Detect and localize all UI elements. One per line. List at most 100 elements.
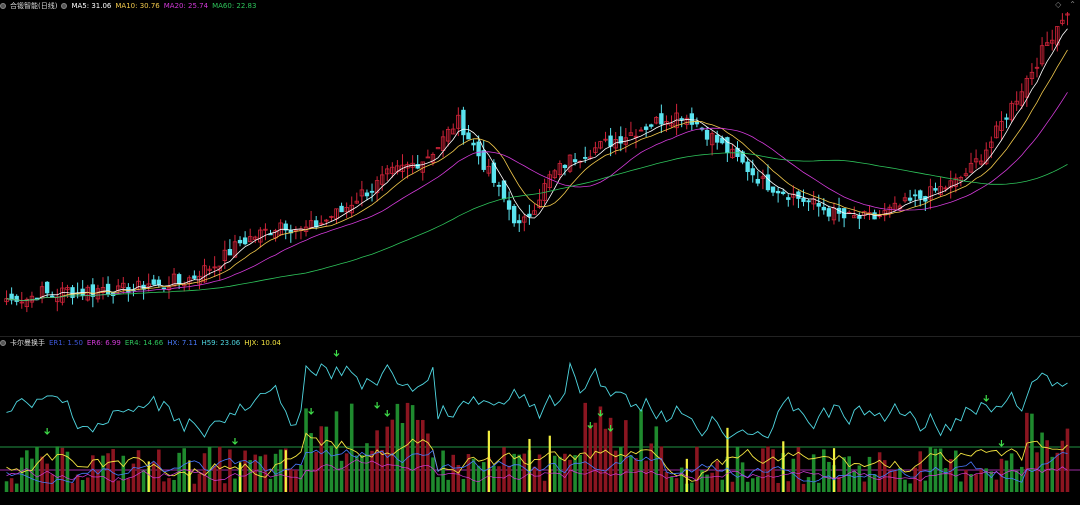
candle-body — [816, 202, 821, 207]
candle-body — [14, 295, 19, 302]
turnover-indicator-chart — [0, 350, 1080, 492]
candle-body — [527, 213, 532, 217]
turnover-bar — [1030, 413, 1034, 492]
candle-body — [689, 113, 695, 125]
panel-controls: ◇ ⌃ — [1055, 0, 1076, 9]
turnover-bar — [740, 462, 745, 492]
turnover-bar — [248, 460, 252, 492]
buy-arrow-icon — [308, 408, 315, 415]
turnover-bar — [223, 483, 227, 492]
turnover-bar — [552, 455, 557, 492]
candle-body — [227, 249, 233, 256]
turnover-bar — [349, 403, 354, 492]
turnover-bar — [618, 446, 623, 492]
turnover-bar — [1065, 428, 1070, 492]
turnover-bar — [289, 468, 293, 492]
candle-body — [481, 150, 486, 170]
signal-bar — [487, 430, 490, 492]
buy-arrow-icon — [333, 350, 340, 357]
turnover-bar — [481, 462, 486, 492]
indicator-dot-icon[interactable] — [61, 3, 68, 9]
turnover-bar — [629, 455, 633, 492]
turnover-bar — [974, 474, 978, 492]
turnover-bar — [948, 459, 953, 492]
candle-body — [857, 215, 862, 219]
candle-body — [242, 237, 248, 245]
turnover-bar — [512, 453, 516, 492]
turnover-bar — [1035, 452, 1039, 492]
signal-bar — [685, 458, 688, 492]
turnover-bar — [872, 474, 877, 492]
turnover-bar — [400, 423, 405, 492]
candle-body — [192, 275, 197, 279]
turnover-bar — [603, 428, 608, 492]
turnover-bar — [710, 472, 714, 492]
h59-line — [6, 361, 1068, 440]
chevron-up-icon[interactable]: ⌃ — [1069, 0, 1076, 9]
turnover-bar — [385, 426, 390, 492]
turnover-bar — [228, 449, 232, 492]
turnover-bar — [456, 465, 461, 492]
turnover-bar — [730, 481, 735, 492]
turnover-bar — [380, 449, 384, 492]
turnover-bar — [877, 452, 882, 492]
turnover-bar — [801, 483, 806, 492]
candle-body — [775, 190, 781, 194]
candle-body — [476, 141, 481, 157]
turnover-bar — [822, 449, 826, 492]
turnover-bar — [679, 467, 684, 492]
turnover-bar — [197, 473, 202, 492]
candle-body — [583, 157, 588, 159]
diamond-icon[interactable]: ◇ — [1055, 0, 1061, 9]
turnover-bar — [365, 443, 369, 492]
candle-body — [704, 130, 710, 140]
turnover-bar — [202, 453, 207, 492]
buy-arrow-icon — [998, 440, 1005, 447]
turnover-bar — [507, 465, 511, 492]
turnover-bar — [4, 481, 9, 492]
candle-body — [933, 188, 938, 191]
candle-body — [755, 178, 760, 184]
turnover-bar — [806, 477, 811, 492]
turnover-bar — [70, 482, 75, 492]
turnover-bar — [85, 477, 90, 492]
candle-body — [725, 137, 730, 154]
candle-body — [765, 174, 771, 191]
ma60-label: MA60: 22.83 — [212, 2, 257, 10]
turnover-bar — [436, 477, 440, 492]
turnover-bar — [943, 468, 948, 492]
turnover-bar — [106, 453, 110, 492]
turnover-bar — [45, 463, 49, 492]
candle-body — [369, 190, 375, 193]
buy-arrow-icon — [232, 438, 238, 445]
candle-body — [496, 184, 502, 187]
turnover-bar — [172, 479, 176, 492]
candle-body — [801, 197, 806, 202]
buy-arrow-icon — [983, 395, 990, 402]
turnover-bar — [344, 453, 349, 492]
turnover-bar — [334, 411, 339, 492]
turnover-bar — [542, 480, 547, 492]
turnover-bar — [837, 476, 841, 492]
candle-body — [1004, 117, 1009, 120]
turnover-bar — [994, 479, 999, 492]
turnover-bar — [405, 402, 410, 492]
candle-body — [750, 168, 755, 176]
candle-body — [649, 124, 654, 127]
settings-dot-icon[interactable] — [0, 3, 6, 9]
candle-body — [912, 194, 918, 197]
turnover-bar — [690, 482, 694, 492]
candle-body — [786, 197, 791, 200]
turnover-bar — [471, 458, 476, 492]
buy-arrow-icon — [44, 428, 51, 435]
candle-body — [562, 164, 568, 169]
turnover-bar — [55, 446, 60, 492]
turnover-bar — [664, 471, 669, 492]
turnover-bar — [91, 455, 95, 492]
candle-body — [781, 191, 786, 194]
turnover-bar — [80, 480, 85, 492]
turnover-bar — [674, 478, 679, 492]
turnover-bar — [776, 482, 780, 492]
turnover-bar — [959, 481, 963, 492]
turnover-bar — [898, 467, 902, 492]
